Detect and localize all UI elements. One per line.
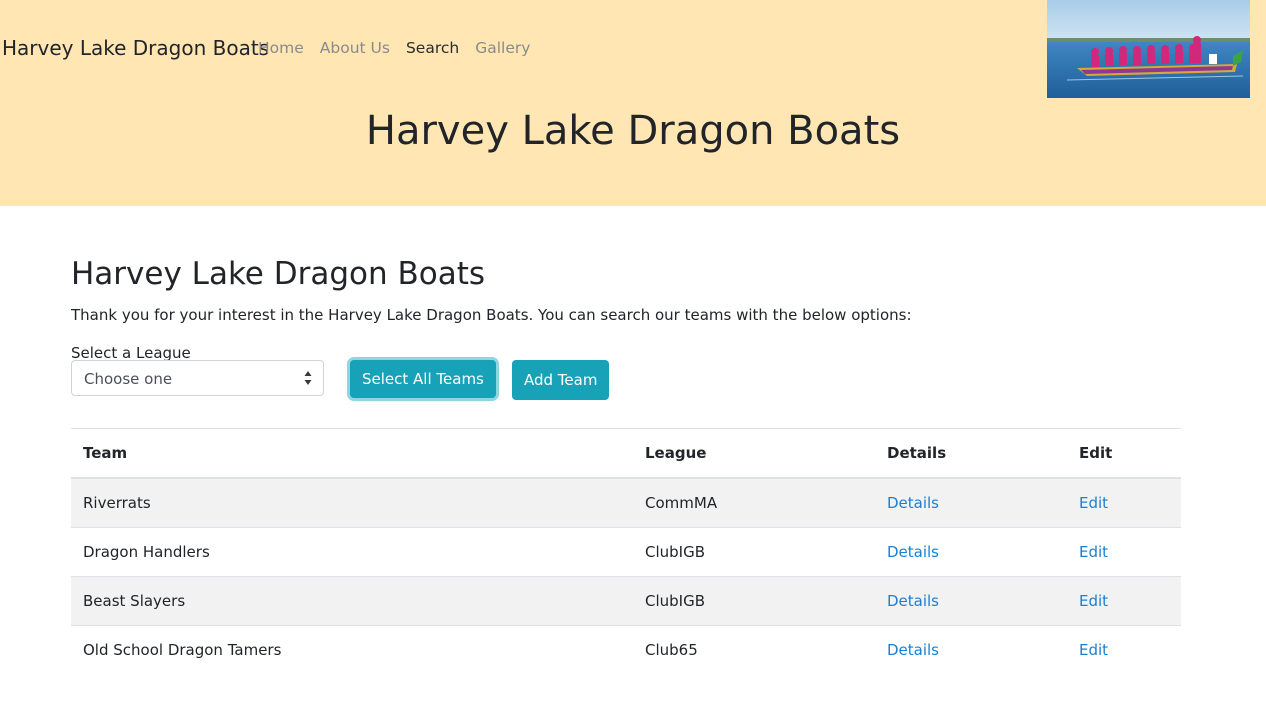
intro-text: Thank you for your interest in the Harve…: [71, 306, 912, 324]
table-row: Riverrats CommMA Details Edit: [71, 477, 1181, 528]
select-caret-icon: [304, 371, 312, 385]
header-details: Details: [875, 428, 1067, 479]
header-team: Team: [71, 428, 633, 479]
table-header-row: Team League Details Edit: [71, 428, 1181, 479]
edit-link[interactable]: Edit: [1079, 641, 1108, 659]
hero-title: Harvey Lake Dragon Boats: [365, 108, 901, 154]
edit-link[interactable]: Edit: [1079, 494, 1108, 512]
table-row: Beast Slayers ClubIGB Details Edit: [71, 576, 1181, 626]
team-name: Dragon Handlers: [71, 527, 633, 577]
edit-link[interactable]: Edit: [1079, 592, 1108, 610]
add-team-button[interactable]: Add Team: [512, 360, 610, 400]
team-league: ClubIGB: [633, 527, 875, 577]
navbar-brand[interactable]: Harvey Lake Dragon Boats: [2, 36, 269, 60]
teams-table: Team League Details Edit Riverrats CommM…: [71, 428, 1181, 674]
details-link[interactable]: Details: [887, 543, 939, 561]
league-select-value: Choose one: [84, 370, 173, 388]
edit-link[interactable]: Edit: [1079, 543, 1108, 561]
details-link[interactable]: Details: [887, 494, 939, 512]
nav-about-us[interactable]: About Us: [320, 39, 390, 57]
details-link[interactable]: Details: [887, 641, 939, 659]
main-nav: Home About Us Search Gallery: [258, 39, 546, 57]
site-header: Harvey Lake Dragon Boats Home About Us S…: [0, 0, 1266, 206]
dragon-boat-photo: [1047, 0, 1250, 98]
nav-gallery[interactable]: Gallery: [475, 39, 530, 57]
team-name: Beast Slayers: [71, 576, 633, 626]
team-league: CommMA: [633, 477, 875, 528]
league-select[interactable]: Choose one: [71, 360, 324, 396]
details-link[interactable]: Details: [887, 592, 939, 610]
team-name: Old School Dragon Tamers: [71, 625, 633, 674]
team-league: Club65: [633, 625, 875, 674]
main-content: Harvey Lake Dragon Boats Thank you for y…: [71, 256, 1181, 424]
table-row: Dragon Handlers ClubIGB Details Edit: [71, 527, 1181, 577]
search-controls: Select a League Choose one Select All Te…: [71, 344, 1181, 424]
header-league: League: [633, 428, 875, 479]
nav-search[interactable]: Search: [406, 39, 459, 57]
nav-home[interactable]: Home: [258, 39, 304, 57]
select-all-teams-button[interactable]: Select All Teams: [350, 360, 496, 398]
team-name: Riverrats: [71, 477, 633, 528]
table-row: Old School Dragon Tamers Club65 Details …: [71, 625, 1181, 674]
header-edit: Edit: [1067, 428, 1181, 479]
page-heading: Harvey Lake Dragon Boats: [71, 256, 486, 292]
team-league: ClubIGB: [633, 576, 875, 626]
